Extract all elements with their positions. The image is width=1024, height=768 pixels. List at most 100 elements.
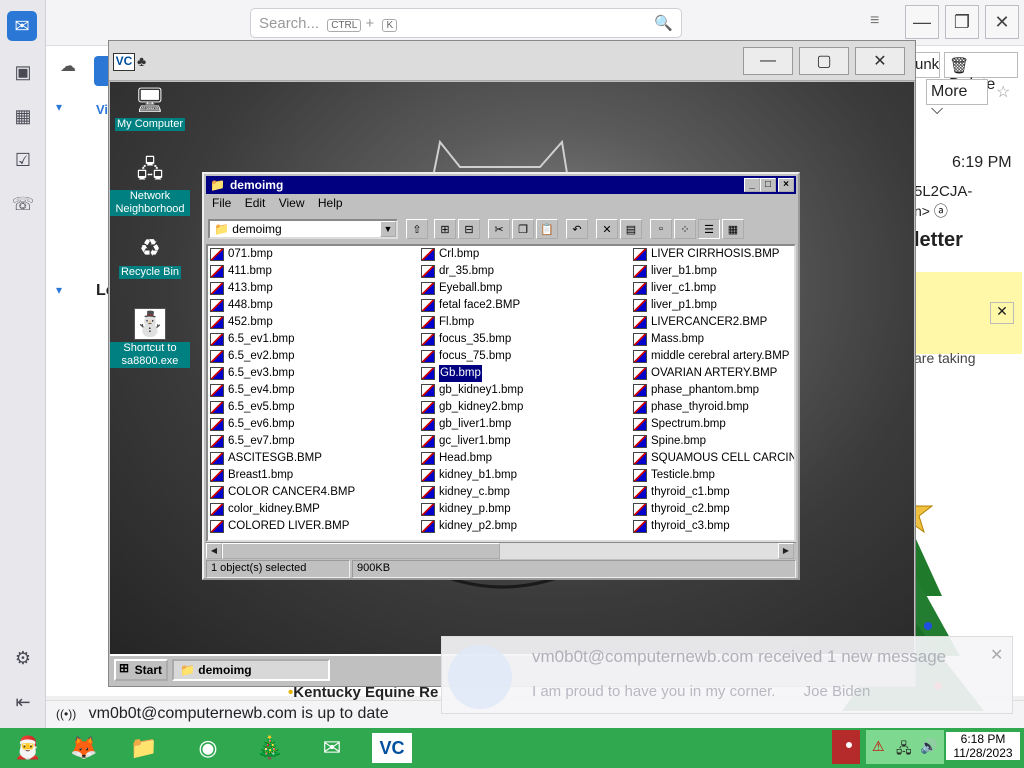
file-item[interactable]: 6.5_ev3.bmp bbox=[208, 365, 418, 382]
small-icons-button[interactable]: ⁘ bbox=[674, 219, 696, 239]
start-button[interactable]: ⊞ Start bbox=[114, 659, 168, 681]
file-item[interactable]: gb_kidney1.bmp bbox=[419, 382, 629, 399]
file-item[interactable]: Testicle.bmp bbox=[631, 467, 794, 484]
file-item[interactable]: 411.bmp bbox=[208, 263, 418, 280]
system-tray[interactable]: ⚠ 🖧 🔊 bbox=[866, 730, 944, 764]
file-item[interactable]: 6.5_ev5.bmp bbox=[208, 399, 418, 416]
file-item[interactable]: kidney_c.bmp bbox=[419, 484, 629, 501]
scroll-right-icon[interactable]: ▶ bbox=[778, 543, 794, 559]
file-item[interactable]: 6.5_ev7.bmp bbox=[208, 433, 418, 450]
search-input[interactable]: Search... CTRL + K 🔍 bbox=[250, 8, 682, 38]
calendar-icon[interactable]: ▦ bbox=[11, 104, 35, 128]
file-item[interactable]: gb_kidney2.bmp bbox=[419, 399, 629, 416]
up-folder-button[interactable]: ⇧ bbox=[406, 219, 428, 239]
file-item[interactable]: liver_p1.bmp bbox=[631, 297, 794, 314]
close-icon[interactable]: ✕ bbox=[990, 302, 1014, 324]
junk-button[interactable]: unk bbox=[914, 52, 940, 78]
file-item[interactable]: 6.5_ev1.bmp bbox=[208, 331, 418, 348]
explorer-maximize-button[interactable]: □ bbox=[760, 178, 776, 192]
close-button[interactable]: ✕ bbox=[985, 5, 1019, 39]
settings-icon[interactable]: ⚙ bbox=[11, 646, 35, 670]
file-item[interactable]: 6.5_ev6.bmp bbox=[208, 416, 418, 433]
app-menu-icon[interactable]: ≡ bbox=[870, 12, 879, 30]
mail-icon[interactable]: ✉ bbox=[7, 11, 37, 41]
file-item[interactable]: LIVER CIRRHOSIS.BMP bbox=[631, 246, 794, 263]
recycle-bin-icon[interactable]: ♻ Recycle Bin bbox=[110, 232, 190, 279]
vm-close-button[interactable]: ✕ bbox=[855, 47, 905, 75]
explorer-minimize-button[interactable]: _ bbox=[744, 178, 760, 192]
star-icon[interactable]: ☆ bbox=[996, 82, 1010, 102]
file-item[interactable]: kidney_p.bmp bbox=[419, 501, 629, 518]
dropdown-arrow-icon[interactable]: ▼ bbox=[380, 221, 396, 237]
file-item[interactable]: Spine.bmp bbox=[631, 433, 794, 450]
copy-button[interactable]: ❐ bbox=[512, 219, 534, 239]
chat-icon[interactable]: ☏ bbox=[11, 192, 35, 216]
file-item[interactable]: focus_35.bmp bbox=[419, 331, 629, 348]
file-item[interactable]: Mass.bmp bbox=[631, 331, 794, 348]
thunderbird-icon[interactable]: ✉ bbox=[310, 730, 354, 766]
file-item[interactable]: LIVERCANCER2.BMP bbox=[631, 314, 794, 331]
my-computer-icon[interactable]: 🖥 My Computer bbox=[110, 84, 190, 131]
map-drive-button[interactable]: ⊞ bbox=[434, 219, 456, 239]
file-item[interactable]: thyroid_c3.bmp bbox=[631, 518, 794, 535]
chrome-icon[interactable]: ◉ bbox=[186, 730, 230, 766]
minimize-button[interactable]: — bbox=[905, 5, 939, 39]
collapse-sidebar-icon[interactable]: ⇤ bbox=[11, 690, 35, 714]
properties-button[interactable]: ▤ bbox=[620, 219, 642, 239]
account-name[interactable]: Vi bbox=[96, 102, 108, 117]
file-item[interactable]: 6.5_ev2.bmp bbox=[208, 348, 418, 365]
scroll-track[interactable] bbox=[500, 543, 778, 559]
explorer-close-button[interactable]: × bbox=[778, 178, 794, 192]
disconnect-drive-button[interactable]: ⊟ bbox=[458, 219, 480, 239]
santa-start-icon[interactable]: 🎅 bbox=[2, 730, 54, 766]
delete-button[interactable]: 🗑 Delete bbox=[944, 52, 1018, 93]
file-item[interactable]: Gb.bmp bbox=[419, 365, 629, 382]
delete-file-button[interactable]: ✕ bbox=[596, 219, 618, 239]
network-tray-icon[interactable]: 🖧 bbox=[896, 738, 912, 762]
file-item[interactable]: dr_35.bmp bbox=[419, 263, 629, 280]
menu-view[interactable]: View bbox=[279, 196, 305, 210]
details-view-button[interactable]: ▦ bbox=[722, 219, 744, 239]
file-item[interactable]: gc_liver1.bmp bbox=[419, 433, 629, 450]
scroll-thumb[interactable] bbox=[222, 543, 500, 559]
file-item[interactable]: 452.bmp bbox=[208, 314, 418, 331]
taskbar-item-demoimg[interactable]: 📁 demoimg bbox=[172, 659, 330, 681]
get-messages-icon[interactable]: ☁ bbox=[60, 56, 86, 82]
file-item[interactable]: Breast1.bmp bbox=[208, 467, 418, 484]
network-neighborhood-icon[interactable]: 🖧 Network Neighborhood bbox=[110, 156, 190, 216]
file-item[interactable]: fetal face2.BMP bbox=[419, 297, 629, 314]
file-item[interactable]: Fl.bmp bbox=[419, 314, 629, 331]
file-item[interactable]: ASCITESGB.BMP bbox=[208, 450, 418, 467]
expand-twisty-icon[interactable]: ▾ bbox=[56, 283, 62, 297]
clock[interactable]: 6:18 PM 11/28/2023 bbox=[946, 732, 1020, 760]
paste-button[interactable]: 📋 bbox=[536, 219, 558, 239]
file-item[interactable]: focus_75.bmp bbox=[419, 348, 629, 365]
large-icons-button[interactable]: ▫ bbox=[650, 219, 672, 239]
file-item[interactable]: SQUAMOUS CELL CARCINOMA bbox=[631, 450, 794, 467]
vm-maximize-button[interactable]: ▢ bbox=[799, 47, 849, 75]
file-item[interactable]: Head.bmp bbox=[419, 450, 629, 467]
file-item[interactable]: thyroid_c2.bmp bbox=[631, 501, 794, 518]
security-icon[interactable]: ⚠ bbox=[872, 738, 885, 755]
menu-help[interactable]: Help bbox=[318, 196, 343, 210]
file-item[interactable]: liver_c1.bmp bbox=[631, 280, 794, 297]
file-item[interactable]: OVARIAN ARTERY.BMP bbox=[631, 365, 794, 382]
shortcut-sa8800-icon[interactable]: ⛄ Shortcut to sa8800.exe bbox=[110, 308, 190, 368]
menu-edit[interactable]: Edit bbox=[245, 196, 266, 210]
file-item[interactable]: kidney_p2.bmp bbox=[419, 518, 629, 535]
file-item[interactable]: color_kidney.BMP bbox=[208, 501, 418, 518]
file-item[interactable]: gb_liver1.bmp bbox=[419, 416, 629, 433]
file-item[interactable]: liver_b1.bmp bbox=[631, 263, 794, 280]
scroll-left-icon[interactable]: ◀ bbox=[206, 543, 222, 559]
file-item[interactable]: 413.bmp bbox=[208, 280, 418, 297]
file-item[interactable]: Crl.bmp bbox=[419, 246, 629, 263]
file-item[interactable]: 071.bmp bbox=[208, 246, 418, 263]
file-item[interactable]: 6.5_ev4.bmp bbox=[208, 382, 418, 399]
address-combo[interactable]: 📁 demoimg ▼ bbox=[208, 219, 398, 239]
menu-file[interactable]: File bbox=[212, 196, 231, 210]
file-item[interactable]: kidney_b1.bmp bbox=[419, 467, 629, 484]
file-item[interactable]: 448.bmp bbox=[208, 297, 418, 314]
christmas-tree-icon[interactable]: 🎄 bbox=[248, 730, 292, 766]
horizontal-scrollbar[interactable]: ◀ ▶ bbox=[206, 542, 796, 559]
cut-button[interactable]: ✂ bbox=[488, 219, 510, 239]
